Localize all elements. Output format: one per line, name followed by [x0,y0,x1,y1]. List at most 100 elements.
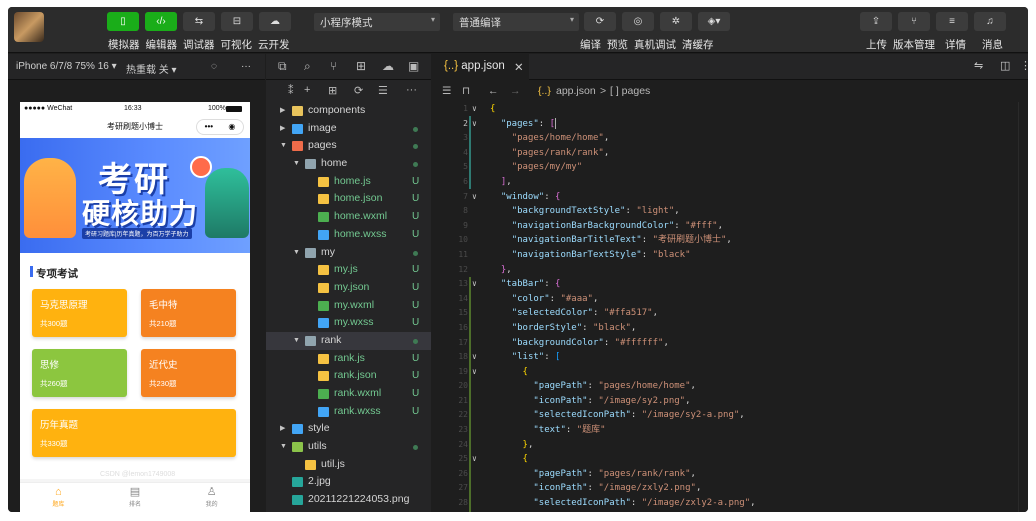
list-icon[interactable]: ☰ [442,85,451,97]
menu-capsule[interactable]: ••• ◉ [196,119,244,135]
upload-button[interactable]: ⇪ [860,12,892,31]
chevron-right-icon[interactable]: ▶ [280,120,285,138]
code-line[interactable]: 6 ], [434,175,1028,190]
chevron-down-icon[interactable]: ▼ [293,244,300,262]
code-line[interactable]: 2 ∨ "pages": [ [434,117,1028,132]
panel-icon[interactable]: ▣ [408,59,419,73]
tree-item[interactable]: rank.json U [266,367,431,385]
tree-item[interactable]: ▶ components [266,102,431,120]
more-icon[interactable]: ⋮ [1020,59,1028,72]
collapse-icon[interactable]: ⁑ [288,84,294,97]
code-line[interactable]: 8 "backgroundTextStyle": "light", [434,204,1028,219]
mode-select[interactable]: 小程序模式 ▾ [314,13,440,31]
fold-chevron-icon[interactable]: ∨ [472,277,477,292]
preview-button[interactable]: ◎ [622,12,654,31]
code-line[interactable]: 21 "iconPath": "/image/sy2.png", [434,394,1028,409]
details-button[interactable]: ≡ [936,12,968,31]
code-line[interactable]: 27 "iconPath": "/image/zxly2.png", [434,481,1028,496]
close-target-icon[interactable]: ◉ [228,120,235,134]
git-icon[interactable]: ⑂ [330,59,337,73]
code-line[interactable]: 1 ∨ { [434,102,1028,117]
code-line[interactable]: 18 ∨ "list": [ [434,350,1028,365]
tree-item[interactable]: util.js [266,456,431,474]
tree-item[interactable]: my.wxml U [266,297,431,315]
forward-arrow-icon[interactable]: → [510,85,521,97]
code-line[interactable]: 12 }, [434,263,1028,278]
exam-card-past-papers[interactable]: 历年真题 共330题 [32,409,236,457]
tree-item[interactable]: 20211221224053.png [266,491,431,509]
code-line[interactable]: 16 "borderStyle": "black", [434,321,1028,336]
messages-button[interactable]: ♫ [974,12,1006,31]
clear-cache-button[interactable]: ◈▾ [698,12,730,31]
exam-card-sixiu[interactable]: 思修 共260题 [32,349,127,397]
tree-item[interactable]: ▶ style [266,420,431,438]
bookmark-icon[interactable]: ⊓ [462,85,470,97]
split-compare-icon[interactable]: ⇋ [974,59,983,72]
split-editor-icon[interactable]: ◫ [1000,59,1010,72]
code-line[interactable]: 9 "navigationBarBackgroundColor": "#fff"… [434,219,1028,234]
code-line[interactable]: 20 "pagePath": "pages/home/home", [434,379,1028,394]
chevron-down-icon[interactable]: ▼ [280,438,287,456]
breadcrumb-file[interactable]: app.json [556,85,596,97]
simulator-toggle-button[interactable]: ▯ [107,12,139,31]
close-icon[interactable]: ✕ [514,60,524,74]
code-line[interactable]: 13 ∨ "tabBar": { [434,277,1028,292]
new-file-icon[interactable]: + [304,84,310,96]
tab-rank[interactable]: ▤ 排名 [110,483,160,512]
more-icon[interactable]: ··· [241,61,251,72]
code-line[interactable]: 15 "selectedColor": "#ffa517", [434,306,1028,321]
chevron-down-icon[interactable]: ▼ [293,332,300,350]
fold-chevron-icon[interactable]: ∨ [472,102,477,117]
chevron-down-icon[interactable]: ▼ [280,137,287,155]
exam-card-modern-history[interactable]: 近代史 共230题 [141,349,236,397]
tab-app-json[interactable]: {..} app.json ✕ [434,54,529,80]
version-button[interactable]: ⑂ [898,12,930,31]
exam-card-marxism[interactable]: 马克思原理 共300题 [32,289,127,337]
tree-item[interactable]: 2.jpg [266,473,431,491]
code-line[interactable]: 22 "selectedIconPath": "/image/sy2-a.png… [434,408,1028,423]
chevron-right-icon[interactable]: ▶ [280,102,285,120]
chevron-right-icon[interactable]: ▶ [280,420,285,438]
code-line[interactable]: 19 ∨ { [434,365,1028,380]
tree-item[interactable]: home.json U [266,190,431,208]
code-line[interactable]: 4 "pages/rank/rank", [434,146,1028,161]
tree-item[interactable]: my.wxss U [266,314,431,332]
code-line[interactable]: 24 }, [434,438,1028,453]
tree-item[interactable]: my.js U [266,261,431,279]
hot-reload-select[interactable]: 热重载 关 ▾ [126,61,177,76]
refresh-icon[interactable]: ⟳ [354,84,363,97]
code-line[interactable]: 14 "color": "#aaa", [434,292,1028,307]
rotate-icon[interactable]: ◌ [211,61,217,72]
code-line[interactable]: 28 "selectedIconPath": "/image/zxly2-a.p… [434,496,1028,511]
back-arrow-icon[interactable]: ← [488,85,499,97]
compile-button[interactable]: ⟳ [584,12,616,31]
files-icon[interactable]: ⧉ [278,59,287,74]
tree-item[interactable]: ▼ my [266,244,431,262]
code-editor[interactable]: 1 ∨{2 ∨ "pages": [3 "pages/home/home", 4 "p… [434,102,1028,512]
debugger-toggle-button[interactable]: ⇆ [183,12,215,31]
more-icon[interactable]: ··· [406,84,417,96]
editor-toggle-button[interactable]: ‹/› [145,12,177,31]
device-select[interactable]: iPhone 6/7/8 75% 16 ▾ [16,61,117,72]
tab-mine[interactable]: ♙ 我的 [187,483,237,512]
code-line[interactable]: 7 ∨ "window": { [434,190,1028,205]
project-avatar[interactable] [14,12,44,42]
compile-select[interactable]: 普通编译 ▾ [453,13,579,31]
tree-item[interactable]: home.wxml U [266,208,431,226]
tree-item[interactable]: ▼ utils [266,438,431,456]
chevron-down-icon[interactable]: ▼ [293,155,300,173]
extensions-icon[interactable]: ⊞ [356,59,366,73]
fold-chevron-icon[interactable]: ∨ [472,190,477,205]
code-line[interactable]: 10 "navigationBarTitleText": "考研刷题小博士", [434,233,1028,248]
tree-item[interactable]: rank.wxml U [266,385,431,403]
fold-chevron-icon[interactable]: ∨ [472,365,477,380]
banner-image[interactable]: 考研 硬核助力 考研习题库|历年真题，为百万学子助力 [20,138,250,253]
tree-item[interactable]: rank.js U [266,350,431,368]
search-icon[interactable]: ⌕ [304,59,311,74]
more-dots-icon[interactable]: ••• [205,120,213,134]
tree-item[interactable]: ▶ image [266,120,431,138]
tree-item[interactable]: ▼ rank [266,331,431,350]
exam-card-maozhongte[interactable]: 毛中特 共210题 [141,289,236,337]
code-line[interactable]: 3 "pages/home/home", [434,131,1028,146]
tree-item[interactable]: ▼ home [266,155,431,173]
